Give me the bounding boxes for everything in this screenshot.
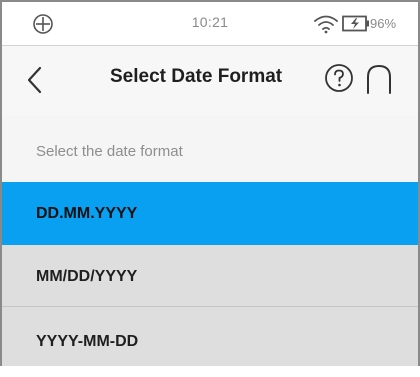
back-chevron-icon[interactable] xyxy=(20,62,50,98)
option-dd-mm-yyyy[interactable]: DD.MM.YYYY xyxy=(2,182,418,245)
subtitle: Select the date format xyxy=(36,143,183,160)
help-icon[interactable] xyxy=(323,62,355,94)
device-screen: 10:21 96% Select Date Format Select the … xyxy=(0,0,420,366)
option-yyyy-mm-dd[interactable]: YYYY-MM-DD xyxy=(2,307,418,366)
option-label: YYYY-MM-DD xyxy=(36,333,139,350)
option-label: DD.MM.YYYY xyxy=(36,205,138,222)
option-label: MM/DD/YYYY xyxy=(36,268,138,285)
battery-charging-icon xyxy=(342,15,369,32)
header-bar: Select Date Format xyxy=(2,46,418,116)
option-mm-dd-yyyy[interactable]: MM/DD/YYYY xyxy=(2,245,418,307)
home-icon[interactable] xyxy=(362,62,396,96)
status-bar: 10:21 96% xyxy=(2,0,418,46)
wifi-icon xyxy=(314,15,338,34)
battery-percent: 96% xyxy=(370,16,397,31)
page-title: Select Date Format xyxy=(110,66,283,87)
